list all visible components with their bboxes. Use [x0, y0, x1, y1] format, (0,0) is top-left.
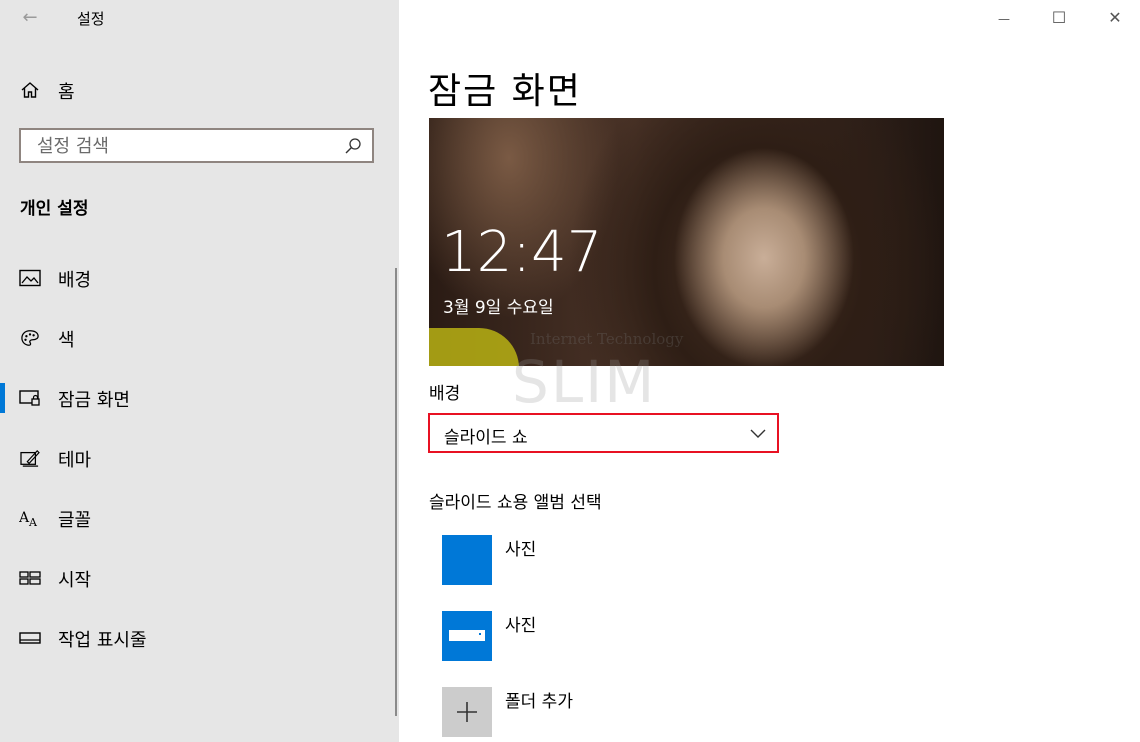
- sidebar-item-label: 글꼴: [58, 510, 92, 531]
- app-title: 설정: [77, 10, 105, 28]
- section-title: 개인 설정: [20, 199, 89, 219]
- preview-decoration: [429, 328, 519, 366]
- sidebar-item-label: 시작: [58, 570, 92, 591]
- album-label: 사진: [505, 616, 537, 636]
- dropdown-value: 슬라이드 쇼: [444, 428, 528, 448]
- start-icon: [19, 571, 41, 585]
- add-folder-button[interactable]: 폴더 추가: [442, 687, 842, 737]
- sidebar-item-label: 잠금 화면: [58, 390, 130, 411]
- sidebar-item-label: 테마: [58, 450, 92, 471]
- drive-icon: [449, 630, 485, 641]
- sidebar-item-background[interactable]: 배경: [0, 257, 399, 299]
- maximize-icon: ☐: [1051, 8, 1067, 27]
- sidebar-item-label: 작업 표시줄: [58, 630, 147, 651]
- sidebar-item-label: 색: [58, 330, 75, 351]
- close-button[interactable]: ✕: [1101, 6, 1129, 30]
- chevron-down-icon: [750, 429, 766, 438]
- sidebar-item-lock-screen[interactable]: 잠금 화면: [0, 377, 399, 419]
- sidebar-item-theme[interactable]: 테마: [0, 437, 399, 479]
- home-icon: [21, 82, 39, 98]
- sidebar-item-label: 홈: [58, 82, 75, 103]
- minimize-button[interactable]: —: [990, 6, 1018, 30]
- album-thumbnail: [442, 535, 492, 585]
- palette-icon: [21, 330, 39, 346]
- sidebar-item-fonts[interactable]: A A 글꼴: [0, 497, 399, 539]
- preview-date: 3월 9일 수요일: [443, 298, 554, 318]
- sidebar: ← 설정 홈 개인 설정 배경 색: [0, 0, 399, 742]
- plus-icon: [457, 702, 477, 722]
- back-arrow-icon: ←: [22, 7, 38, 28]
- add-folder-tile: [442, 687, 492, 737]
- background-label: 배경: [429, 384, 461, 404]
- search-box: [19, 128, 374, 163]
- svg-text:A: A: [28, 516, 38, 527]
- sidebar-scrollbar[interactable]: [395, 268, 397, 716]
- search-icon[interactable]: [344, 137, 362, 155]
- sidebar-item-label: 배경: [58, 270, 92, 291]
- theme-brush-icon: [20, 449, 40, 467]
- maximize-button[interactable]: ☐: [1045, 6, 1073, 30]
- preview-time: 12:47: [441, 220, 603, 285]
- close-icon: ✕: [1108, 8, 1122, 27]
- album-thumbnail: [442, 611, 492, 661]
- album-label: 폴더 추가: [505, 692, 573, 712]
- search-input[interactable]: [35, 130, 339, 163]
- lock-screen-icon: [19, 390, 40, 406]
- sidebar-item-taskbar[interactable]: 작업 표시줄: [0, 617, 399, 659]
- lock-screen-preview: 12:47 3월 9일 수요일: [429, 118, 944, 366]
- album-label: 사진: [505, 540, 537, 560]
- sidebar-item-color[interactable]: 색: [0, 317, 399, 359]
- album-section-title: 슬라이드 쇼용 앨범 선택: [429, 493, 602, 513]
- album-item-photos-2[interactable]: 사진: [442, 611, 842, 661]
- album-item-photos[interactable]: 사진: [442, 535, 842, 585]
- taskbar-icon: [19, 632, 41, 644]
- selection-indicator: [0, 383, 5, 413]
- font-icon: A A: [19, 510, 38, 527]
- minimize-icon: —: [998, 12, 1010, 26]
- picture-icon: [19, 269, 41, 287]
- back-button[interactable]: ←: [18, 6, 42, 30]
- background-dropdown[interactable]: 슬라이드 쇼: [428, 413, 779, 453]
- sidebar-item-home[interactable]: 홈: [0, 72, 399, 108]
- sidebar-item-start[interactable]: 시작: [0, 557, 399, 599]
- page-title: 잠금 화면: [428, 71, 582, 112]
